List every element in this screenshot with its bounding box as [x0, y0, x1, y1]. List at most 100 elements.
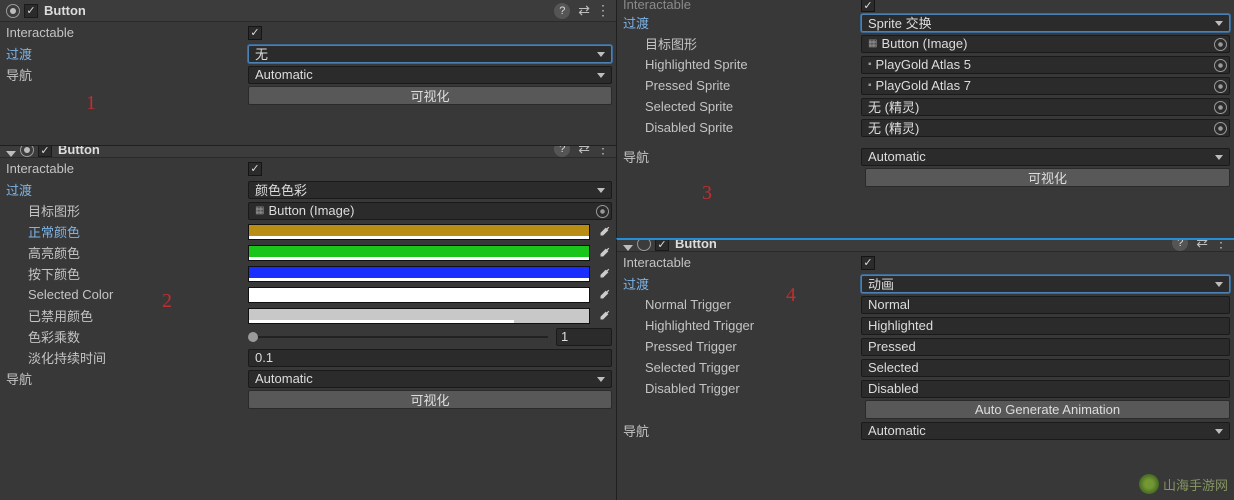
object-picker-icon[interactable]	[1213, 80, 1227, 94]
navigation-label: 导航	[623, 147, 861, 166]
interactable-label: Interactable	[623, 255, 861, 270]
button-inspector-panel-4: ✓ Button ? ⇄ ⋮ Interactable ✓ 过渡 动画 Norm…	[616, 238, 1234, 500]
interactable-label-cut: Interactable	[623, 0, 861, 12]
navigation-dropdown[interactable]: Automatic	[861, 148, 1230, 166]
transition-label: 过渡	[6, 44, 248, 63]
component-header[interactable]: ✓ Button ? ⇄ ⋮	[0, 0, 616, 22]
interactable-label: Interactable	[6, 25, 248, 40]
navigation-label: 导航	[6, 65, 248, 84]
watermark: 山海手游网	[1139, 474, 1228, 494]
transition-label: 过渡	[6, 180, 248, 199]
navigation-dropdown[interactable]: Automatic	[861, 422, 1230, 440]
normal-trigger-label: Normal Trigger	[623, 297, 861, 312]
button-inspector-panel-1: ✓ Button ? ⇄ ⋮ Interactable ✓ 过渡 无 导航 Au…	[0, 0, 616, 145]
foldout-arrow-icon[interactable]	[623, 245, 633, 251]
navigation-label: 导航	[623, 421, 861, 440]
help-icon[interactable]: ?	[1172, 240, 1188, 251]
interactable-label: Interactable	[6, 161, 248, 176]
selected-sprite-label: Selected Sprite	[623, 99, 861, 114]
preset-icon[interactable]: ⇄	[578, 2, 588, 19]
image-icon: ▦	[255, 205, 264, 216]
component-title: Button	[58, 146, 548, 157]
highlight-color-label: 高亮颜色	[6, 243, 248, 262]
normal-color-swatch[interactable]	[248, 224, 590, 240]
menu-icon[interactable]: ⋮	[596, 2, 610, 19]
interactable-checkbox[interactable]: ✓	[248, 26, 262, 40]
selected-trigger-label: Selected Trigger	[623, 360, 861, 375]
color-multiplier-slider[interactable]	[248, 330, 548, 344]
enable-checkbox[interactable]: ✓	[655, 240, 669, 251]
annotation-1: 1	[86, 92, 96, 115]
help-icon[interactable]: ?	[554, 146, 570, 157]
component-header[interactable]: ✓ Button ? ⇄ ⋮	[617, 240, 1234, 252]
enable-checkbox[interactable]: ✓	[24, 4, 38, 18]
watermark-logo-icon	[1139, 474, 1159, 494]
eyedropper-icon[interactable]	[596, 308, 612, 324]
target-radio-icon[interactable]	[20, 146, 34, 157]
object-picker-icon[interactable]	[1213, 59, 1227, 73]
pressed-trigger-label: Pressed Trigger	[623, 339, 861, 354]
disabled-trigger-field[interactable]: Disabled	[861, 380, 1230, 398]
transition-dropdown[interactable]: 无	[248, 45, 612, 63]
disabled-sprite-label: Disabled Sprite	[623, 120, 861, 135]
navigation-label: 导航	[6, 369, 248, 388]
object-picker-icon[interactable]	[1213, 101, 1227, 115]
foldout-arrow-icon[interactable]	[6, 151, 16, 157]
sprite-icon: ▪	[868, 80, 872, 91]
object-picker-icon[interactable]	[595, 205, 609, 219]
enable-checkbox[interactable]: ✓	[38, 146, 52, 157]
pressed-trigger-field[interactable]: Pressed	[861, 338, 1230, 356]
target-radio-icon[interactable]	[637, 240, 651, 251]
selected-sprite-field[interactable]: 无 (精灵)	[861, 98, 1230, 116]
annotation-4: 4	[786, 284, 796, 307]
transition-dropdown[interactable]: 动画	[861, 275, 1230, 293]
help-icon[interactable]: ?	[554, 3, 570, 19]
auto-generate-animation-button[interactable]: Auto Generate Animation	[865, 400, 1230, 419]
preset-icon[interactable]: ⇄	[1196, 240, 1206, 251]
transition-dropdown[interactable]: 颜色色彩	[248, 181, 612, 199]
component-header[interactable]: ✓ Button ? ⇄ ⋮	[0, 146, 616, 158]
eyedropper-icon[interactable]	[596, 266, 612, 282]
fade-duration-field[interactable]: 0.1	[248, 349, 612, 367]
eyedropper-icon[interactable]	[596, 224, 612, 240]
selected-trigger-field[interactable]: Selected	[861, 359, 1230, 377]
eyedropper-icon[interactable]	[596, 245, 612, 261]
highlighted-trigger-field[interactable]: Highlighted	[861, 317, 1230, 335]
target-radio-icon[interactable]	[6, 4, 20, 18]
disabled-color-swatch[interactable]	[248, 308, 590, 324]
target-graphic-field[interactable]: ▦Button (Image)	[861, 35, 1230, 53]
target-graphic-field[interactable]: ▦Button (Image)	[248, 202, 612, 220]
menu-icon[interactable]: ⋮	[1214, 240, 1228, 251]
color-multiplier-label: 色彩乘数	[6, 327, 248, 346]
visualize-button[interactable]: 可视化	[865, 168, 1230, 187]
pressed-sprite-field[interactable]: ▪PlayGold Atlas 7	[861, 77, 1230, 95]
pressed-color-swatch[interactable]	[248, 266, 590, 282]
interactable-checkbox[interactable]: ✓	[861, 0, 875, 12]
target-graphic-label: 目标图形	[623, 34, 861, 53]
selected-color-swatch[interactable]	[248, 287, 590, 303]
watermark-text: 山海手游网	[1163, 475, 1228, 494]
disabled-sprite-field[interactable]: 无 (精灵)	[861, 119, 1230, 137]
transition-label: 过渡	[623, 13, 861, 32]
navigation-dropdown[interactable]: Automatic	[248, 66, 612, 84]
disabled-color-label: 已禁用颜色	[6, 306, 248, 325]
transition-label: 过渡	[623, 274, 861, 293]
transition-dropdown[interactable]: Sprite 交换	[861, 14, 1230, 32]
component-title: Button	[44, 3, 548, 18]
eyedropper-icon[interactable]	[596, 287, 612, 303]
object-picker-icon[interactable]	[1213, 38, 1227, 52]
interactable-checkbox[interactable]: ✓	[861, 256, 875, 270]
highlighted-sprite-field[interactable]: ▪PlayGold Atlas 5	[861, 56, 1230, 74]
normal-trigger-field[interactable]: Normal	[861, 296, 1230, 314]
object-picker-icon[interactable]	[1213, 122, 1227, 136]
color-multiplier-value[interactable]: 1	[556, 328, 612, 346]
menu-icon[interactable]: ⋮	[596, 146, 610, 157]
visualize-button[interactable]: 可视化	[248, 86, 612, 105]
navigation-dropdown[interactable]: Automatic	[248, 370, 612, 388]
visualize-button[interactable]: 可视化	[248, 390, 612, 409]
target-graphic-label: 目标图形	[6, 201, 248, 220]
button-inspector-panel-2: ✓ Button ? ⇄ ⋮ Interactable ✓ 过渡 颜色色彩 目标…	[0, 145, 616, 485]
highlight-color-swatch[interactable]	[248, 245, 590, 261]
preset-icon[interactable]: ⇄	[578, 146, 588, 157]
interactable-checkbox[interactable]: ✓	[248, 162, 262, 176]
